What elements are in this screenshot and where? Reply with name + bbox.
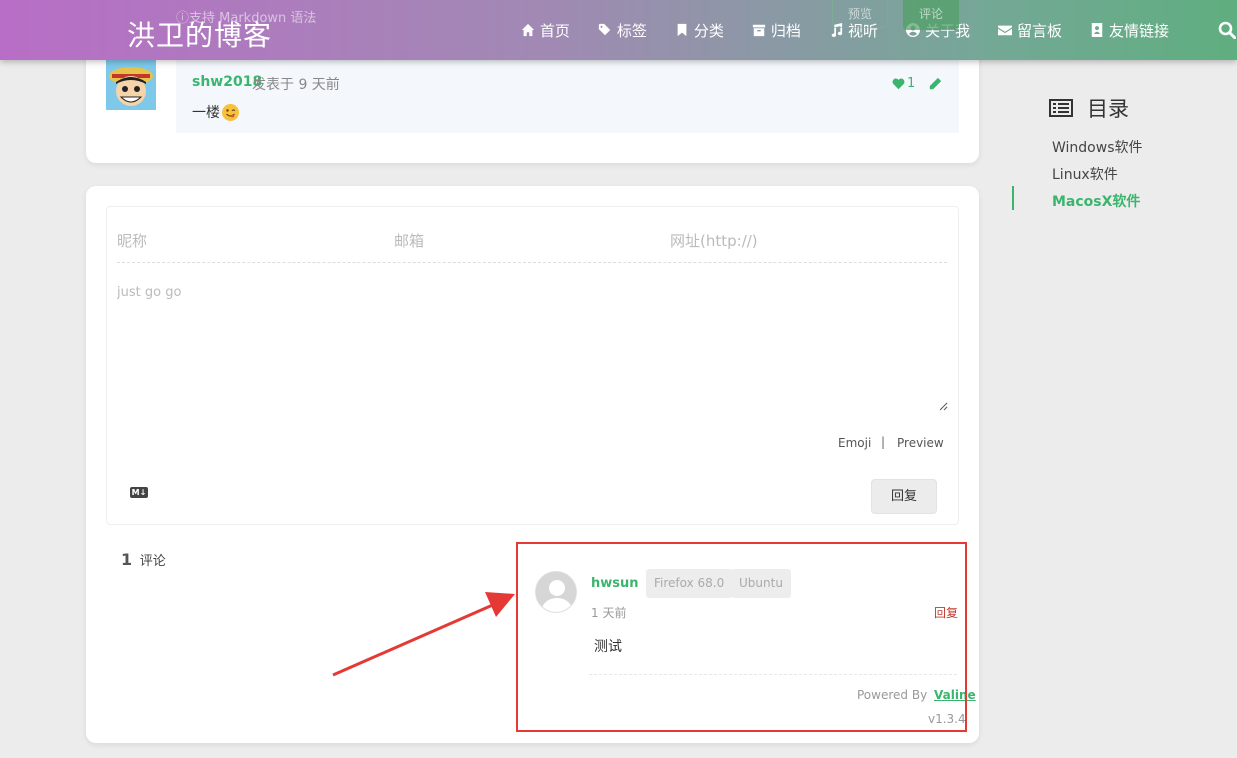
annotation-highlight-box <box>516 542 967 732</box>
toc-item-linux[interactable]: Linux软件 <box>1052 164 1118 184</box>
comment-count-label: 评论 <box>139 554 166 569</box>
toc-item-windows[interactable]: Windows软件 <box>1052 137 1143 157</box>
reply-text: 一楼 <box>192 102 239 122</box>
nav-links[interactable]: 友情链接 <box>1090 20 1169 41</box>
heart-icon <box>892 78 905 90</box>
nav-guestbook[interactable]: 留言板 <box>997 20 1062 41</box>
nav-categories[interactable]: 分类 <box>675 20 724 41</box>
avatar-image <box>106 60 156 110</box>
nav-home-label: 首页 <box>539 21 570 40</box>
envelope-icon <box>997 25 1012 36</box>
like-count: 1 <box>907 76 916 91</box>
nav-archive[interactable]: 归档 <box>752 20 801 41</box>
toolbar-separator: | <box>881 435 886 449</box>
yum-emoji-icon <box>222 103 239 121</box>
like-button[interactable]: 1 <box>892 76 915 91</box>
submit-reply-button[interactable]: 回复 <box>871 479 937 514</box>
reply-meta: 发表于 9 天前 <box>252 77 340 93</box>
toc-item-macosx[interactable]: MacosX软件 <box>1052 191 1140 211</box>
toc-active-indicator <box>1012 186 1014 210</box>
nav-links-label: 友情链接 <box>1108 21 1169 40</box>
resize-handle-icon[interactable] <box>938 401 948 411</box>
markdown-hint: ⓘ支持 Markdown 语法 <box>176 11 317 26</box>
bookmark-icon <box>677 23 687 37</box>
comment-form: Emoji | Preview M↓ 回复 <box>106 206 959 525</box>
pencil-icon[interactable] <box>929 77 942 90</box>
email-input[interactable] <box>394 221 654 261</box>
comment-textarea[interactable] <box>117 285 948 411</box>
preview-button[interactable]: 预览 <box>832 0 888 28</box>
comment-count-number: 1 <box>121 550 133 569</box>
nav-tags[interactable]: 标签 <box>598 20 647 41</box>
reply-content-box: shw2018 发表于 9 天前 一楼 1 <box>176 60 959 133</box>
home-icon <box>521 23 534 37</box>
emoji-toggle[interactable]: Emoji <box>838 436 871 450</box>
toc-title-label: 目录 <box>1087 97 1129 121</box>
address-book-icon <box>1091 23 1103 37</box>
website-input[interactable] <box>670 221 940 261</box>
nav-tags-label: 标签 <box>616 21 647 40</box>
tags-icon <box>598 23 611 36</box>
nav-categories-label: 分类 <box>693 21 724 40</box>
comment-count: 1 评论 <box>121 550 166 569</box>
comment-submit-button[interactable]: 评论 <box>903 0 959 30</box>
list-icon <box>1049 99 1073 117</box>
reply-text-content: 一楼 <box>192 105 220 121</box>
nickname-input[interactable] <box>117 221 377 261</box>
field-divider <box>117 262 947 263</box>
preview-toggle[interactable]: Preview <box>897 436 944 450</box>
nav-archive-label: 归档 <box>770 21 801 40</box>
avatar[interactable] <box>106 60 156 110</box>
nav-guestbook-label: 留言板 <box>1016 21 1062 40</box>
nav-home[interactable]: 首页 <box>521 20 570 41</box>
archive-icon <box>752 24 766 37</box>
toc-title: 目录 <box>1049 93 1129 123</box>
markdown-icon[interactable]: M↓ <box>130 487 148 498</box>
search-icon[interactable] <box>1218 21 1236 39</box>
